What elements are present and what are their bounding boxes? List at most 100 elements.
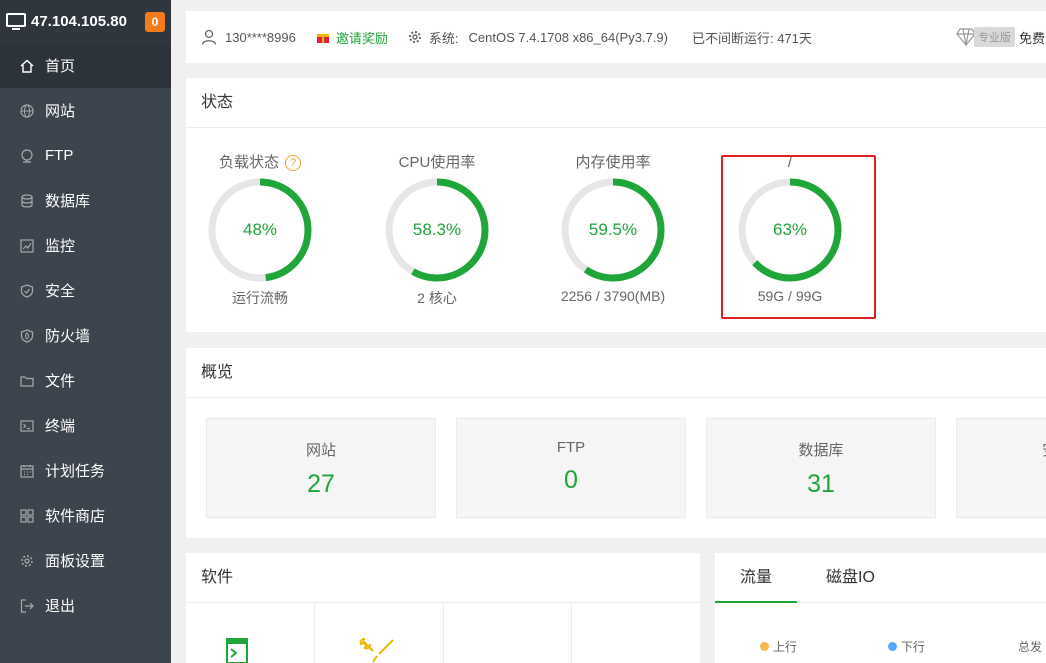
sidebar-item-label: 面板设置	[45, 553, 106, 570]
sidebar-item-label: 软件商店	[45, 508, 106, 525]
disk-highlight-box	[721, 155, 876, 319]
sidebar-nav: 首页 网站 FTP 数据库 监控 安全 防火墙 文件 终端 计划任务 软件商店 …	[0, 43, 171, 628]
sidebar-item-monitor[interactable]: 监控	[0, 223, 171, 268]
overview-label: 安	[1042, 439, 1046, 460]
invite-reward-link[interactable]: 邀请奖励	[336, 28, 388, 47]
gauge-ring: 59.5%	[559, 176, 667, 284]
tab-disk-io[interactable]: 磁盘IO	[826, 553, 875, 603]
sidebar-item-label: FTP	[45, 147, 74, 164]
firewall-icon	[20, 328, 34, 343]
uptime: 已不间断运行: 471天	[691, 30, 812, 46]
gauge-title: 内存使用率	[575, 154, 651, 171]
pro-edition-badge[interactable]: 专业版	[974, 27, 1015, 47]
divider	[314, 603, 315, 663]
software-title: 软件	[186, 553, 700, 603]
server-header: 47.104.105.80 0	[0, 0, 171, 43]
sidebar-item-ftp[interactable]: FTP	[0, 133, 171, 178]
sidebar-item-website[interactable]: 网站	[0, 88, 171, 133]
shield-icon	[20, 283, 34, 298]
sidebar-item-settings[interactable]: 面板设置	[0, 538, 171, 583]
terminal-icon	[20, 419, 34, 433]
diamond-icon	[956, 28, 976, 46]
gauge-title: CPU使用率	[398, 154, 476, 171]
overview-title: 概览	[186, 348, 1046, 398]
gauge-value: 48%	[242, 220, 278, 239]
legend-label: 上行	[773, 640, 798, 654]
ftp-icon	[20, 148, 34, 163]
user-account[interactable]: 130****8996	[225, 30, 296, 45]
apps-icon	[20, 508, 34, 523]
overview-value: 31	[807, 470, 835, 498]
gauge-subtitle: 2 核心	[417, 290, 457, 306]
gauge-ring: 58.3%	[383, 176, 491, 284]
gear-icon	[20, 554, 34, 568]
top-info-bar: 130****8996 邀请奖励 系统: CentOS 7.4.1708 x86…	[186, 11, 1046, 63]
overview-label: 网站	[305, 442, 336, 459]
overview-database-box[interactable]: 数据库 31	[706, 418, 936, 518]
gauge-title: 负载状态	[218, 154, 279, 171]
sidebar-item-store[interactable]: 软件商店	[0, 493, 171, 538]
traffic-tabs: 流量 磁盘IO	[715, 553, 1046, 603]
sidebar-item-home[interactable]: 首页	[0, 43, 171, 88]
cpu-gauge[interactable]: CPU使用率 58.3% 2 核心	[357, 153, 517, 308]
user-icon	[201, 29, 217, 45]
legend-total-sent: 总发	[1018, 638, 1042, 655]
sidebar-item-logout[interactable]: 退出	[0, 583, 171, 628]
folder-icon	[20, 374, 34, 388]
traffic-panel: 流量 磁盘IO 上行 下行 总发	[715, 553, 1046, 663]
gauge-subtitle: 运行流畅	[232, 290, 288, 306]
sidebar-item-files[interactable]: 文件	[0, 358, 171, 403]
free-label[interactable]: 免费	[1019, 28, 1045, 47]
sidebar-item-cron[interactable]: 计划任务	[0, 448, 171, 493]
sidebar-item-label: 退出	[45, 598, 76, 615]
legend-download: 下行	[888, 638, 925, 655]
overview-label: 数据库	[798, 442, 844, 459]
gauge-value: 58.3%	[412, 220, 462, 239]
system-info: CentOS 7.4.1708 x86_64(Py3.7.9)	[468, 29, 668, 45]
notification-badge[interactable]: 0	[145, 11, 165, 32]
gift-icon	[316, 34, 329, 43]
sidebar-item-label: 文件	[45, 373, 76, 390]
tab-traffic[interactable]: 流量	[715, 553, 797, 603]
overview-website-box[interactable]: 网站 27	[206, 418, 436, 518]
sidebar-item-label: 计划任务	[45, 463, 106, 480]
logout-icon	[20, 598, 34, 613]
help-icon[interactable]: ?	[285, 155, 301, 171]
terminal-app-icon[interactable]	[226, 638, 248, 663]
sidebar-item-label: 数据库	[45, 193, 91, 210]
sidebar-item-label: 安全	[45, 283, 76, 300]
download-dot	[888, 642, 897, 651]
sidebar: 47.104.105.80 0 首页 网站 FTP 数据库 监控 安全 防火墙 …	[0, 0, 171, 663]
sidebar-item-firewall[interactable]: 防火墙	[0, 313, 171, 358]
sidebar-item-label: 终端	[45, 418, 76, 435]
monitor-chart-icon	[20, 238, 34, 253]
server-ip: 47.104.105.80	[31, 13, 127, 30]
globe-icon	[20, 103, 34, 118]
database-icon	[20, 193, 34, 208]
sidebar-item-terminal[interactable]: 终端	[0, 403, 171, 448]
sidebar-item-label: 首页	[45, 58, 76, 75]
sidebar-item-database[interactable]: 数据库	[0, 178, 171, 223]
monitor-icon	[6, 12, 26, 31]
sidebar-item-label: 防火墙	[45, 328, 91, 345]
divider	[443, 603, 444, 663]
load-gauge[interactable]: 负载状态? 48% 运行流畅	[180, 153, 340, 308]
upload-dot	[760, 642, 769, 651]
tools-app-icon[interactable]	[359, 638, 397, 663]
gear-icon	[408, 31, 421, 43]
overview-label: FTP	[556, 439, 586, 456]
legend-upload: 上行	[760, 638, 797, 655]
overview-security-box[interactable]: 安	[956, 418, 1046, 518]
memory-gauge[interactable]: 内存使用率 59.5% 2256 / 3790(MB)	[533, 153, 693, 304]
gauge-value: 59.5%	[588, 220, 638, 239]
status-title: 状态	[186, 78, 1046, 128]
sidebar-item-label: 监控	[45, 238, 76, 255]
overview-ftp-box[interactable]: FTP 0	[456, 418, 686, 518]
overview-value: 27	[307, 470, 335, 498]
gauge-ring: 48%	[206, 176, 314, 284]
sidebar-item-label: 网站	[45, 103, 76, 120]
legend-label: 总发	[1018, 640, 1043, 654]
home-icon	[20, 59, 34, 73]
sidebar-item-security[interactable]: 安全	[0, 268, 171, 313]
system-label: 系统:	[428, 30, 459, 46]
